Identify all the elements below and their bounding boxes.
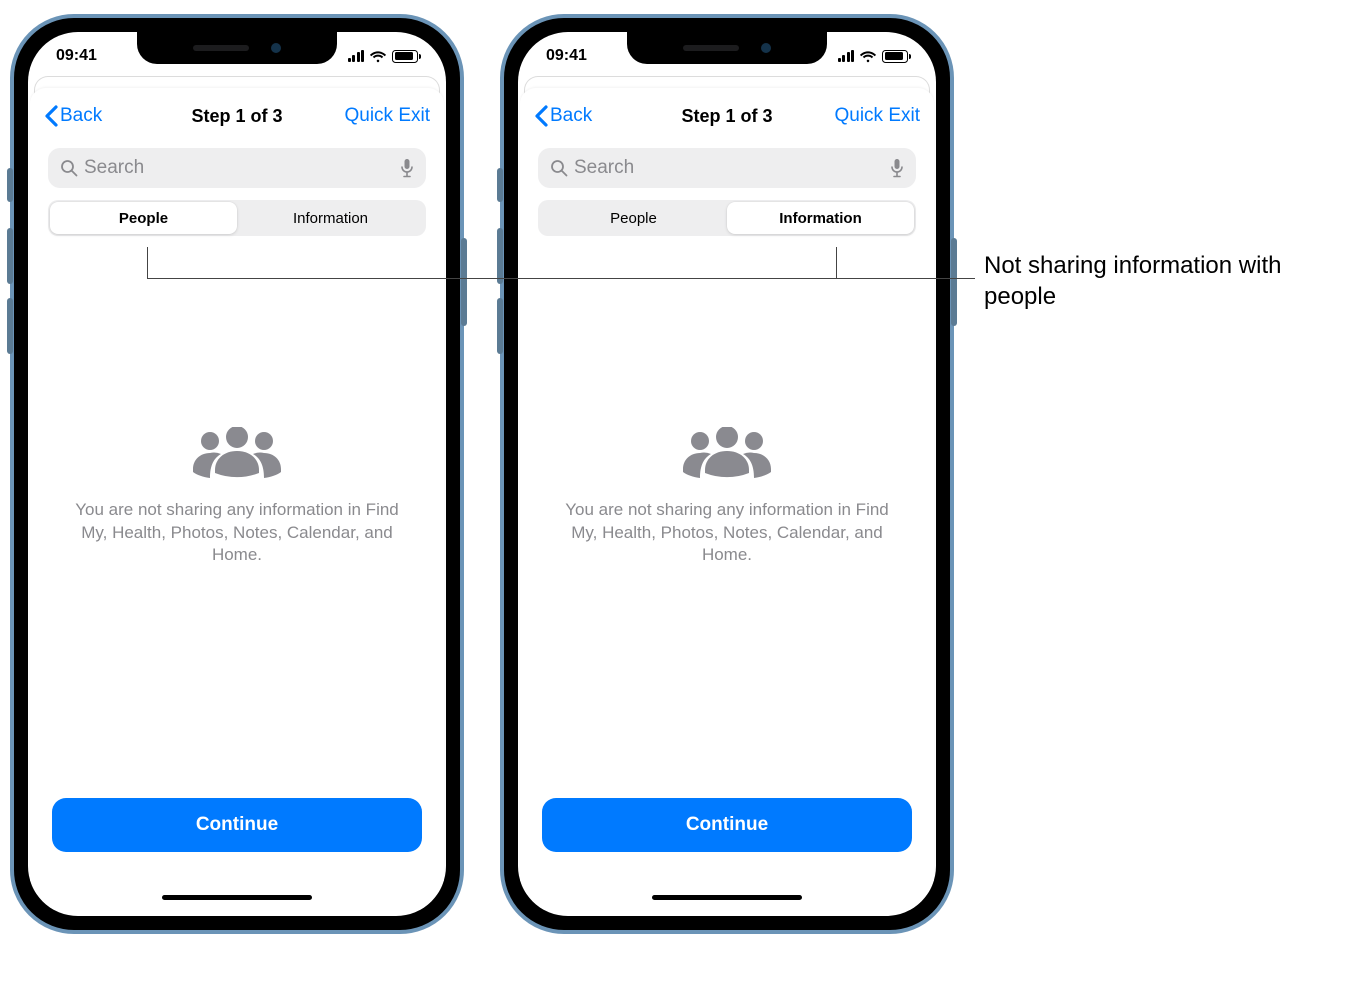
earpiece-speaker [683,45,739,51]
screen: 09:41 Back Step 1 of 3 [518,32,936,916]
search-field[interactable]: Search [538,148,916,188]
callout-text: Not sharing information with people [984,250,1359,312]
nav-bar: Back Step 1 of 3 Quick Exit [30,92,444,140]
home-indicator[interactable] [162,895,312,900]
silent-switch[interactable] [497,168,503,202]
people-icon [672,427,782,485]
mic-icon[interactable] [890,158,904,178]
tab-label: Information [293,210,368,227]
nav-title: Step 1 of 3 [520,106,934,127]
tab-people[interactable]: People [50,202,237,234]
callout-line [147,278,975,279]
search-placeholder: Search [574,157,884,179]
phone-left: 09:41 Back Step 1 of 3 [10,14,464,934]
battery-icon [882,50,908,63]
tab-label: People [119,210,168,227]
power-button[interactable] [461,238,467,326]
volume-up-button[interactable] [7,228,13,284]
front-camera [271,43,281,53]
phone-right: 09:41 Back Step 1 of 3 [500,14,954,934]
modal-sheet: Back Step 1 of 3 Quick Exit Search [520,88,934,910]
search-field[interactable]: Search [48,148,426,188]
callout-line [147,247,148,278]
nav-bar: Back Step 1 of 3 Quick Exit [520,92,934,140]
empty-state: You are not sharing any information in F… [520,236,934,798]
home-indicator[interactable] [652,895,802,900]
segmented-control[interactable]: People Information [48,200,426,236]
screen: 09:41 Back Step 1 of 3 [28,32,446,916]
empty-state: You are not sharing any information in F… [30,236,444,798]
tab-information[interactable]: Information [727,202,914,234]
cellular-signal-icon [348,50,365,62]
volume-down-button[interactable] [7,298,13,354]
empty-message: You are not sharing any information in F… [72,499,402,568]
people-icon [182,427,292,485]
status-time: 09:41 [56,47,97,65]
power-button[interactable] [951,238,957,326]
segmented-control[interactable]: People Information [538,200,916,236]
volume-up-button[interactable] [497,228,503,284]
front-camera [761,43,771,53]
tab-information[interactable]: Information [237,202,424,234]
wifi-icon [369,50,387,63]
continue-button[interactable]: Continue [542,798,912,852]
volume-down-button[interactable] [497,298,503,354]
tab-label: Information [779,210,862,227]
tab-label: People [610,210,657,227]
continue-button[interactable]: Continue [52,798,422,852]
wifi-icon [859,50,877,63]
silent-switch[interactable] [7,168,13,202]
modal-sheet: Back Step 1 of 3 Quick Exit Search [30,88,444,910]
nav-title: Step 1 of 3 [30,106,444,127]
status-time: 09:41 [546,47,587,65]
mic-icon[interactable] [400,158,414,178]
cellular-signal-icon [838,50,855,62]
empty-message: You are not sharing any information in F… [562,499,892,568]
notch [137,32,337,64]
search-icon [60,159,78,177]
notch [627,32,827,64]
callout-line [836,247,837,278]
search-placeholder: Search [84,157,394,179]
search-icon [550,159,568,177]
earpiece-speaker [193,45,249,51]
battery-icon [392,50,418,63]
tab-people[interactable]: People [540,202,727,234]
